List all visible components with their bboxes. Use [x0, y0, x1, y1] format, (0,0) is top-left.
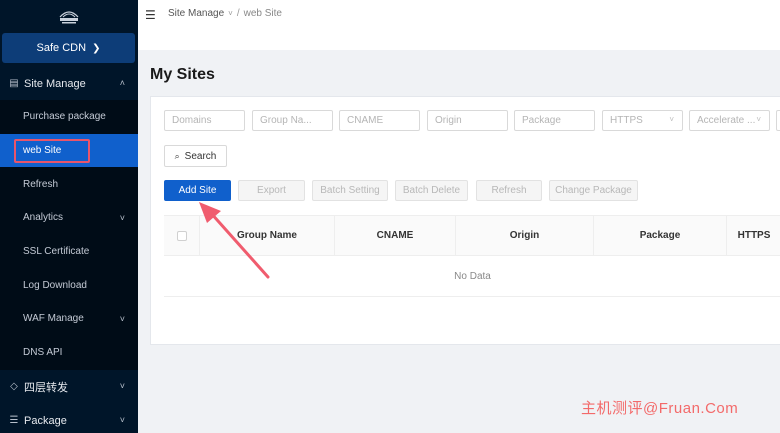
domains-input[interactable]: Domains — [164, 110, 245, 131]
change-package-label: Change Package — [555, 185, 632, 196]
chevron-down-icon: ˅ — [119, 415, 125, 425]
export-label: Export — [257, 185, 286, 196]
chevron-down-icon: ˅ — [119, 213, 125, 224]
sidebar-item-label: SSL Certificate — [23, 246, 90, 258]
logo — [0, 0, 138, 30]
sidebar-item-dns-api[interactable]: DNS API — [0, 336, 138, 370]
sidebar-item-waf-manage[interactable]: WAF Manage ˅ — [0, 302, 138, 336]
diamond-icon: ◇ — [10, 381, 18, 392]
sidebar-item-ssl-certificate[interactable]: SSL Certificate — [0, 235, 138, 269]
chevron-down-icon: ˅ — [228, 9, 233, 18]
list-icon: ☰ — [9, 415, 19, 426]
chevron-down-icon: ˅ — [119, 381, 125, 391]
search-button[interactable]: ⌕ Search — [164, 145, 227, 167]
breadcrumb-current: web Site — [243, 8, 282, 19]
column-label: Group Name — [236, 230, 297, 241]
sidebar-item-analytics[interactable]: Analytics ˅ — [0, 201, 138, 235]
menu-group-package[interactable]: ☰ Package ˅ — [0, 404, 138, 433]
column-header: CNAME — [335, 216, 456, 255]
sidebar-item-label: Refresh — [23, 178, 59, 190]
empty-state: No Data — [164, 257, 780, 297]
sidebar-item-label: Log Download — [23, 279, 87, 291]
package-input[interactable]: Package — [514, 110, 595, 131]
sidebar-item-label: DNS API — [23, 347, 63, 359]
batch-setting-label: Batch Setting — [320, 185, 380, 196]
table-header: Group Name CNAME Origin Package HTTPS — [164, 215, 780, 256]
domains-placeholder: Domains — [172, 115, 212, 126]
menu-fold-icon[interactable]: ☰ — [145, 8, 156, 22]
select-all-checkbox[interactable] — [176, 230, 187, 241]
search-button-label: Search — [184, 150, 217, 162]
page-title: My Sites — [150, 66, 215, 83]
sidebar-item-label: Purchase package — [23, 111, 106, 123]
sidebar-item-web-site[interactable]: web Site — [0, 133, 138, 168]
sites-panel: Domains Group Na... CNAME Origin Package… — [150, 96, 780, 345]
chevron-right-icon: ❯ — [92, 42, 101, 54]
column-header: Origin — [456, 216, 594, 255]
export-button[interactable]: Export — [238, 180, 305, 201]
accelerate-placeholder: Accelerate ... — [697, 115, 756, 126]
cname-input[interactable]: CNAME — [339, 110, 420, 131]
sidebar-item-purchase-package[interactable]: Purchase package — [0, 100, 138, 134]
sidebar-item-label: WAF Manage — [23, 313, 84, 325]
add-site-label: Add Site — [178, 185, 217, 196]
accelerate-select[interactable]: Accelerate ... ˅ — [689, 110, 770, 131]
batch-delete-button[interactable]: Batch Delete — [395, 180, 468, 201]
group-name-input[interactable]: Group Na... — [252, 110, 333, 131]
package-placeholder: Package — [522, 115, 561, 126]
empty-state-label: No Data — [454, 271, 491, 282]
https-placeholder: HTTPS — [610, 115, 643, 126]
sidebar-item-log-download[interactable]: Log Download — [0, 268, 138, 302]
chevron-down-icon: ˅ — [669, 115, 674, 124]
breadcrumb: Site Manage ˅ / web Site — [168, 8, 282, 19]
https-select[interactable]: HTTPS ˅ — [602, 110, 683, 131]
chevron-down-icon: ˅ — [119, 314, 125, 325]
column-label: Package — [639, 230, 681, 241]
column-header: Group Name — [200, 216, 335, 255]
refresh-label: Refresh — [491, 185, 527, 196]
menu-group-site-manage[interactable]: ▤ Site Manage ˄ — [0, 67, 138, 100]
menu-group-site-manage-label: Site Manage — [24, 77, 86, 90]
search-icon: ⌕ — [174, 150, 180, 161]
sidebar: Safe CDN ❯ ▤ Site Manage ˄ Purchase pack… — [0, 0, 138, 433]
safe-cdn-label: Safe CDN — [36, 42, 87, 54]
breadcrumb-separator: / — [236, 8, 240, 19]
cname-placeholder: CNAME — [347, 115, 384, 126]
column-label: HTTPS — [737, 230, 771, 241]
site-manage-submenu: Purchase package web Site Refresh Analyt… — [0, 100, 138, 370]
watermark: 主机测评@Fruan.Com — [581, 400, 739, 417]
group-name-placeholder: Group Na... — [260, 115, 312, 126]
menu-group-package-label: Package — [24, 414, 67, 427]
origin-input[interactable]: Origin — [427, 110, 508, 131]
chevron-down-icon: ˅ — [756, 115, 761, 124]
sidebar-item-label: web Site — [23, 145, 62, 157]
filter-input-partial[interactable] — [776, 110, 780, 131]
top-bar: ☰ Site Manage ˅ / web Site — [138, 0, 780, 50]
menu-group-forward-label: 四层转发 — [24, 381, 68, 394]
origin-placeholder: Origin — [435, 115, 462, 126]
refresh-button[interactable]: Refresh — [476, 180, 542, 201]
batch-delete-label: Batch Delete — [402, 185, 461, 196]
column-header: Package — [594, 216, 727, 255]
logo-icon — [59, 11, 79, 24]
column-label: Origin — [509, 230, 540, 241]
select-all-cell[interactable] — [164, 216, 200, 255]
menu-group-forward[interactable]: ◇ 四层转发 ˅ — [0, 370, 138, 403]
column-header: HTTPS — [727, 216, 780, 255]
column-label: CNAME — [376, 230, 414, 241]
add-site-button[interactable]: Add Site — [164, 180, 231, 201]
batch-setting-button[interactable]: Batch Setting — [312, 180, 388, 201]
chevron-up-icon: ˄ — [119, 78, 125, 88]
sidebar-item-refresh[interactable]: Refresh — [0, 167, 138, 201]
safe-cdn-button[interactable]: Safe CDN ❯ — [2, 33, 135, 63]
breadcrumb-parent[interactable]: Site Manage — [168, 8, 224, 19]
change-package-button[interactable]: Change Package — [549, 180, 638, 201]
sidebar-item-label: Analytics — [23, 212, 64, 224]
document-icon: ▤ — [9, 78, 19, 89]
